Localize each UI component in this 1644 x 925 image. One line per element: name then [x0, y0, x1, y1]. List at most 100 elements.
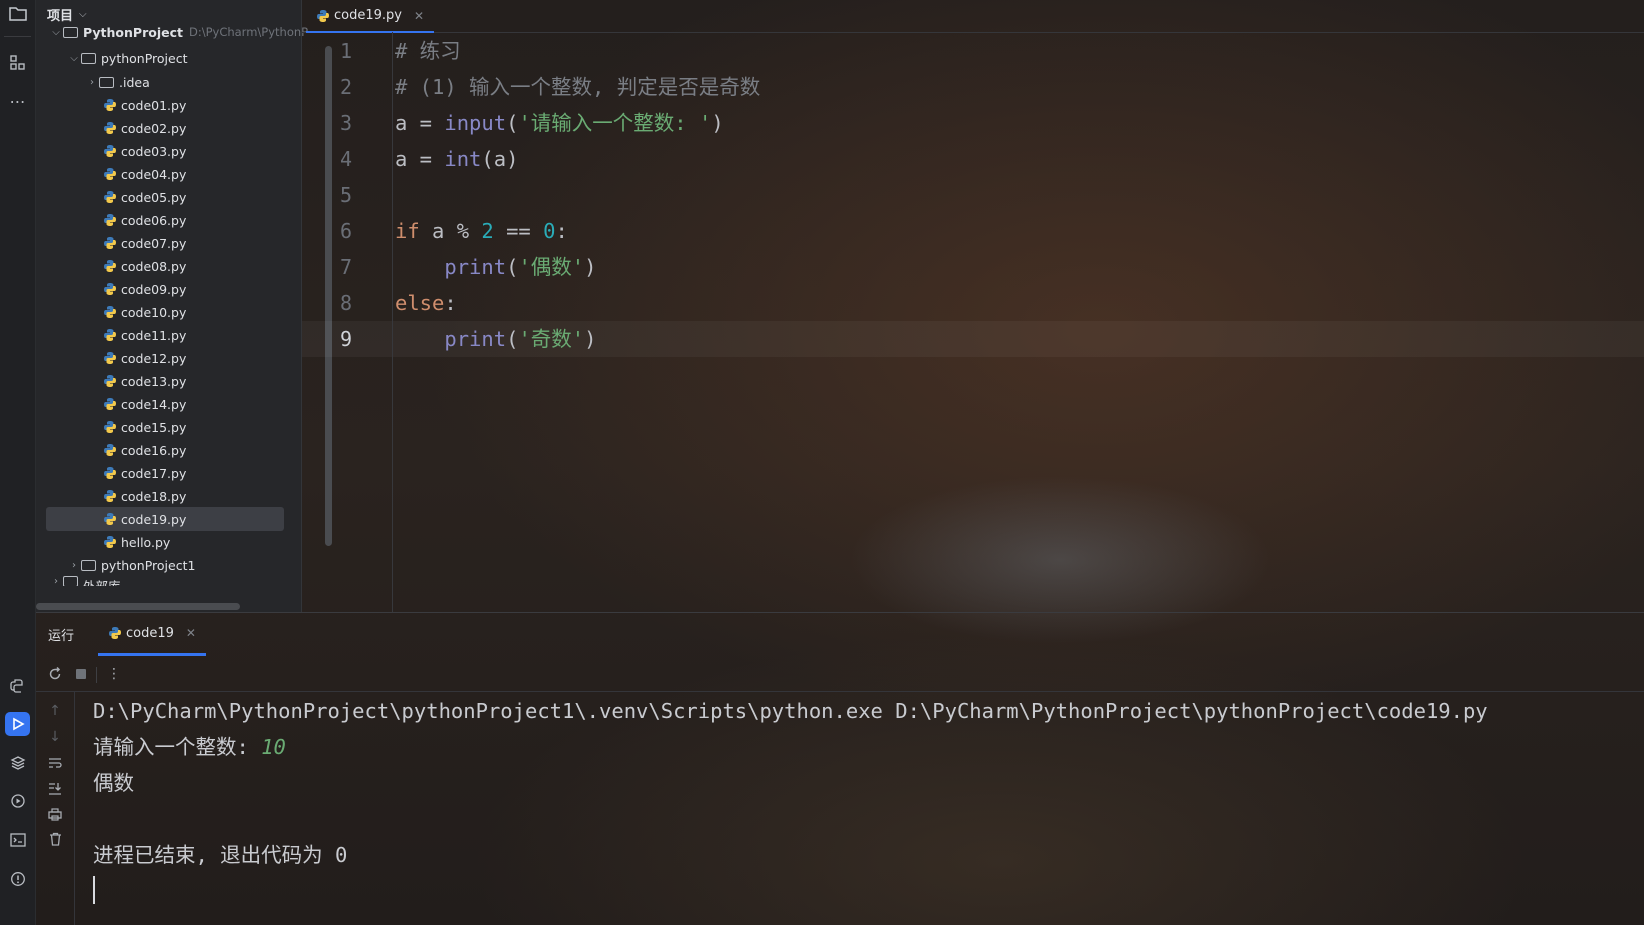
- folder-label: .idea: [119, 74, 150, 90]
- line-number: 8: [339, 291, 352, 315]
- tree-file[interactable]: code12.py: [103, 346, 186, 370]
- folder-icon: [81, 559, 96, 571]
- tree-folder-idea[interactable]: › .idea: [85, 70, 150, 94]
- python-file-icon: [104, 237, 116, 249]
- more-tools-icon[interactable]: ⋯: [5, 89, 30, 113]
- code-line-3: a = input('请输入一个整数: '): [395, 111, 724, 135]
- file-label: code05.py: [121, 189, 187, 205]
- tree-file[interactable]: code02.py: [103, 116, 186, 140]
- python-console-icon[interactable]: [5, 674, 30, 698]
- line-number: 7: [339, 255, 352, 279]
- console-command: D:\PyCharm\PythonProject\pythonProject1\…: [93, 699, 1488, 723]
- tree-file[interactable]: code05.py: [103, 185, 186, 209]
- python-file-icon: [104, 421, 116, 433]
- separator: [96, 667, 97, 683]
- arrow-down-icon[interactable]: ↓: [44, 726, 66, 748]
- tree-file[interactable]: code17.py: [103, 461, 186, 485]
- file-label: code10.py: [121, 304, 187, 320]
- print-icon[interactable]: [44, 803, 66, 825]
- python-file-icon: [104, 375, 116, 387]
- file-label: code11.py: [121, 327, 187, 343]
- tree-root[interactable]: ⌵ PythonProject D:\PyCharm\PythonP: [49, 24, 308, 40]
- file-label: code01.py: [121, 97, 187, 113]
- tree-folder-pythonproject[interactable]: ⌵ pythonProject: [67, 46, 187, 70]
- soft-wrap-icon[interactable]: [44, 752, 66, 774]
- file-label: code02.py: [121, 120, 187, 136]
- close-icon[interactable]: ✕: [186, 626, 196, 640]
- python-file-icon: [104, 536, 116, 548]
- close-icon[interactable]: ✕: [414, 9, 424, 23]
- tree-file[interactable]: code07.py: [103, 231, 186, 255]
- python-file-icon: [109, 627, 121, 639]
- file-label: code17.py: [121, 465, 187, 481]
- tab-code19[interactable]: code19.py ✕: [306, 0, 435, 33]
- project-panel-title: 项目: [47, 8, 74, 24]
- scroll-to-end-icon[interactable]: [44, 777, 66, 799]
- run-toolbar: ⋮: [36, 657, 1644, 692]
- tree-file[interactable]: hello.py: [103, 530, 170, 554]
- code-line-7: print('偶数'): [444, 255, 597, 279]
- tree-file[interactable]: code04.py: [103, 162, 186, 186]
- run-tool-icon[interactable]: [5, 712, 30, 736]
- file-label: code04.py: [121, 166, 187, 182]
- rerun-icon[interactable]: [44, 663, 66, 685]
- python-file-icon: [104, 444, 116, 456]
- tree-file[interactable]: code14.py: [103, 392, 186, 416]
- arrow-up-icon[interactable]: ↑: [44, 700, 66, 722]
- tree-external-libraries[interactable]: › 外部库: [49, 576, 121, 586]
- more-options-icon[interactable]: ⋮: [103, 663, 125, 685]
- chevron-right-icon[interactable]: ›: [49, 576, 63, 586]
- chevron-right-icon[interactable]: ›: [67, 560, 81, 571]
- code-line-6: if a % 2 == 0:: [395, 219, 568, 243]
- chevron-down-icon[interactable]: ⌵: [67, 53, 81, 64]
- python-file-icon: [104, 467, 116, 479]
- chevron-down-icon[interactable]: ⌵: [49, 27, 63, 38]
- tree-file[interactable]: code03.py: [103, 139, 186, 163]
- structure-icon[interactable]: [5, 51, 30, 75]
- file-label: hello.py: [121, 534, 171, 550]
- chevron-down-icon[interactable]: ⌵: [79, 9, 87, 20]
- tree-file[interactable]: code09.py: [103, 277, 186, 301]
- code-line-8: else:: [395, 291, 457, 315]
- problems-icon[interactable]: [5, 867, 30, 891]
- python-file-icon: [317, 9, 329, 22]
- python-file-icon: [104, 260, 116, 272]
- tree-folder-pythonproject1[interactable]: › pythonProject1: [67, 553, 195, 577]
- tree-file[interactable]: code15.py: [103, 415, 186, 439]
- python-file-icon: [104, 145, 116, 157]
- terminal-icon[interactable]: [5, 828, 30, 852]
- run-panel-header: 运行 code19 ✕: [36, 613, 1644, 656]
- tree-file[interactable]: code13.py: [103, 369, 186, 393]
- python-file-icon: [104, 329, 116, 341]
- tree-scrollbar-horizontal[interactable]: [36, 603, 240, 610]
- tree-file[interactable]: code10.py: [103, 300, 186, 324]
- trash-icon[interactable]: [44, 828, 66, 850]
- tree-file[interactable]: code19.py: [46, 507, 284, 531]
- tab-label: code19.py: [334, 8, 402, 23]
- tree-file[interactable]: code01.py: [103, 93, 186, 117]
- code-line-2: # (1) 输入一个整数, 判定是否是奇数: [395, 75, 761, 99]
- file-label: code07.py: [121, 235, 187, 251]
- chevron-right-icon[interactable]: ›: [85, 77, 99, 88]
- tree-file[interactable]: code18.py: [103, 484, 186, 508]
- services-icon[interactable]: [5, 789, 30, 813]
- file-label: code19.py: [121, 511, 187, 527]
- python-file-icon: [104, 283, 116, 295]
- tree-file[interactable]: code06.py: [103, 208, 186, 232]
- file-label: code06.py: [121, 212, 187, 228]
- tree-file[interactable]: code08.py: [103, 254, 186, 278]
- run-tab-code19[interactable]: code19 ✕: [98, 613, 206, 656]
- tree-root-label: PythonProject: [83, 24, 183, 40]
- file-label: code13.py: [121, 373, 187, 389]
- stop-icon[interactable]: [70, 663, 92, 685]
- line-number: 5: [339, 183, 352, 207]
- line-number: 6: [339, 219, 352, 243]
- tree-file[interactable]: code16.py: [103, 438, 186, 462]
- line-number: 1: [339, 39, 352, 63]
- tree-file[interactable]: code11.py: [103, 323, 186, 347]
- project-folder-icon[interactable]: [5, 1, 30, 25]
- run-panel-title: 运行: [48, 629, 75, 644]
- python-file-icon: [104, 214, 116, 226]
- folder-icon: [63, 26, 78, 38]
- layers-icon[interactable]: [5, 751, 30, 775]
